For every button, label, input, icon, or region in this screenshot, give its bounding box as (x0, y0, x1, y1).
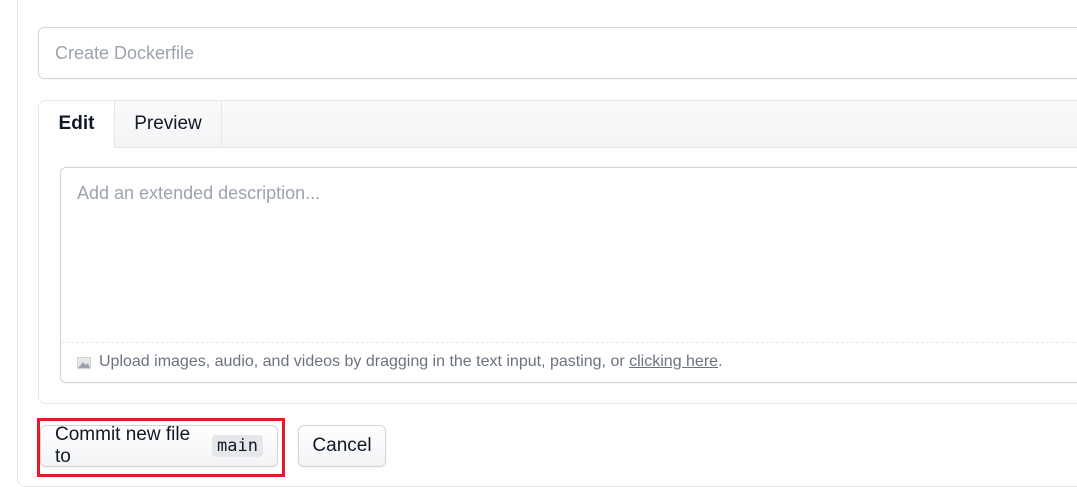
upload-dropzone[interactable]: Upload images, audio, and videos by drag… (61, 342, 1077, 382)
tab-preview[interactable]: Preview (115, 101, 222, 147)
upload-hint-text: Upload images, audio, and videos by drag… (99, 353, 630, 370)
description-editor: Edit Preview Upload images, audio, and v… (38, 100, 1077, 404)
branch-name: main (212, 435, 263, 457)
commit-new-file-button[interactable]: Commit new file to main (40, 424, 278, 467)
image-icon (77, 357, 91, 369)
description-field: Upload images, audio, and videos by drag… (60, 167, 1077, 383)
commit-button-label: Commit new file to (55, 424, 191, 467)
extended-description-textarea[interactable] (61, 168, 1077, 342)
commit-summary-input[interactable] (38, 27, 1077, 79)
upload-hint-suffix: . (718, 353, 723, 370)
editor-tabbar: Edit Preview (39, 101, 1077, 148)
cancel-button-label: Cancel (312, 435, 372, 456)
tab-edit[interactable]: Edit (39, 101, 115, 148)
cancel-button[interactable]: Cancel (298, 425, 386, 467)
upload-link[interactable]: clicking here (629, 353, 718, 370)
